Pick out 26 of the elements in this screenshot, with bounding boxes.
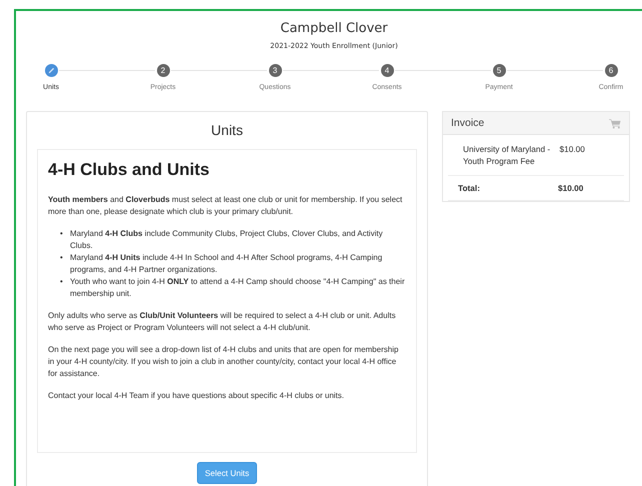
bullet-marker: • bbox=[60, 228, 64, 240]
invoice-title: Invoice bbox=[451, 117, 484, 129]
step-marker[interactable]: 5 bbox=[492, 64, 506, 77]
paragraph: Only adults who serve as Club/Unit Volunteers will be required to select a 4-H club or unit. Adults who serve as Project or Program Volunteers will not select a 4-H club/unit. bbox=[48, 310, 397, 334]
bullet-marker: • bbox=[60, 276, 64, 288]
total-label: Total: bbox=[458, 182, 481, 194]
bullet-item: Youth who want to join 4-H ONLY to attend a 4-H Camp should choose "4-H Camping" as their membership unit. bbox=[70, 276, 406, 300]
bullet-item: Maryland 4-H Units include 4-H In School and 4-H After School programs, 4-H Camping programs, and 4-H Partner organizations. bbox=[70, 252, 384, 276]
step-marker[interactable]: 2 bbox=[156, 64, 170, 77]
step-marker[interactable]: 4 bbox=[380, 64, 394, 77]
paragraph: Contact your local 4-H Team if you have questions about specific 4-H clubs or units. bbox=[48, 390, 345, 402]
pencil-icon bbox=[46, 66, 56, 75]
section-heading: 4-H Clubs and Units bbox=[48, 160, 211, 180]
step-marker[interactable]: 3 bbox=[268, 64, 282, 77]
card-title: Units bbox=[210, 122, 244, 138]
bullet-marker: • bbox=[60, 252, 64, 264]
step-marker[interactable] bbox=[44, 64, 58, 77]
intro-paragraph: Youth members and Cloverbuds must select at least one club or unit for membership. If you select more than one, please designate which club is your primary club/unit. bbox=[48, 194, 404, 218]
cart-icon bbox=[609, 118, 621, 128]
total-amount: $10.00 bbox=[558, 182, 584, 194]
step-marker[interactable]: 6 bbox=[604, 64, 618, 77]
fee-description: University of Maryland - Youth Program Fee bbox=[463, 143, 552, 167]
page-title: Campbell Clover bbox=[279, 21, 389, 36]
fee-amount: $10.00 bbox=[559, 143, 586, 156]
bullet-item: Maryland 4-H Clubs include Community Clubs, Project Clubs, Clover Clubs, and Activity Clubs. bbox=[70, 228, 384, 252]
paragraph: On the next page you will see a drop-down list of 4-H clubs and units that are open for membership in your 4-H county/city. If you wish to join a club in another county/city, contact your local 4-H office for assistance. bbox=[48, 344, 400, 380]
